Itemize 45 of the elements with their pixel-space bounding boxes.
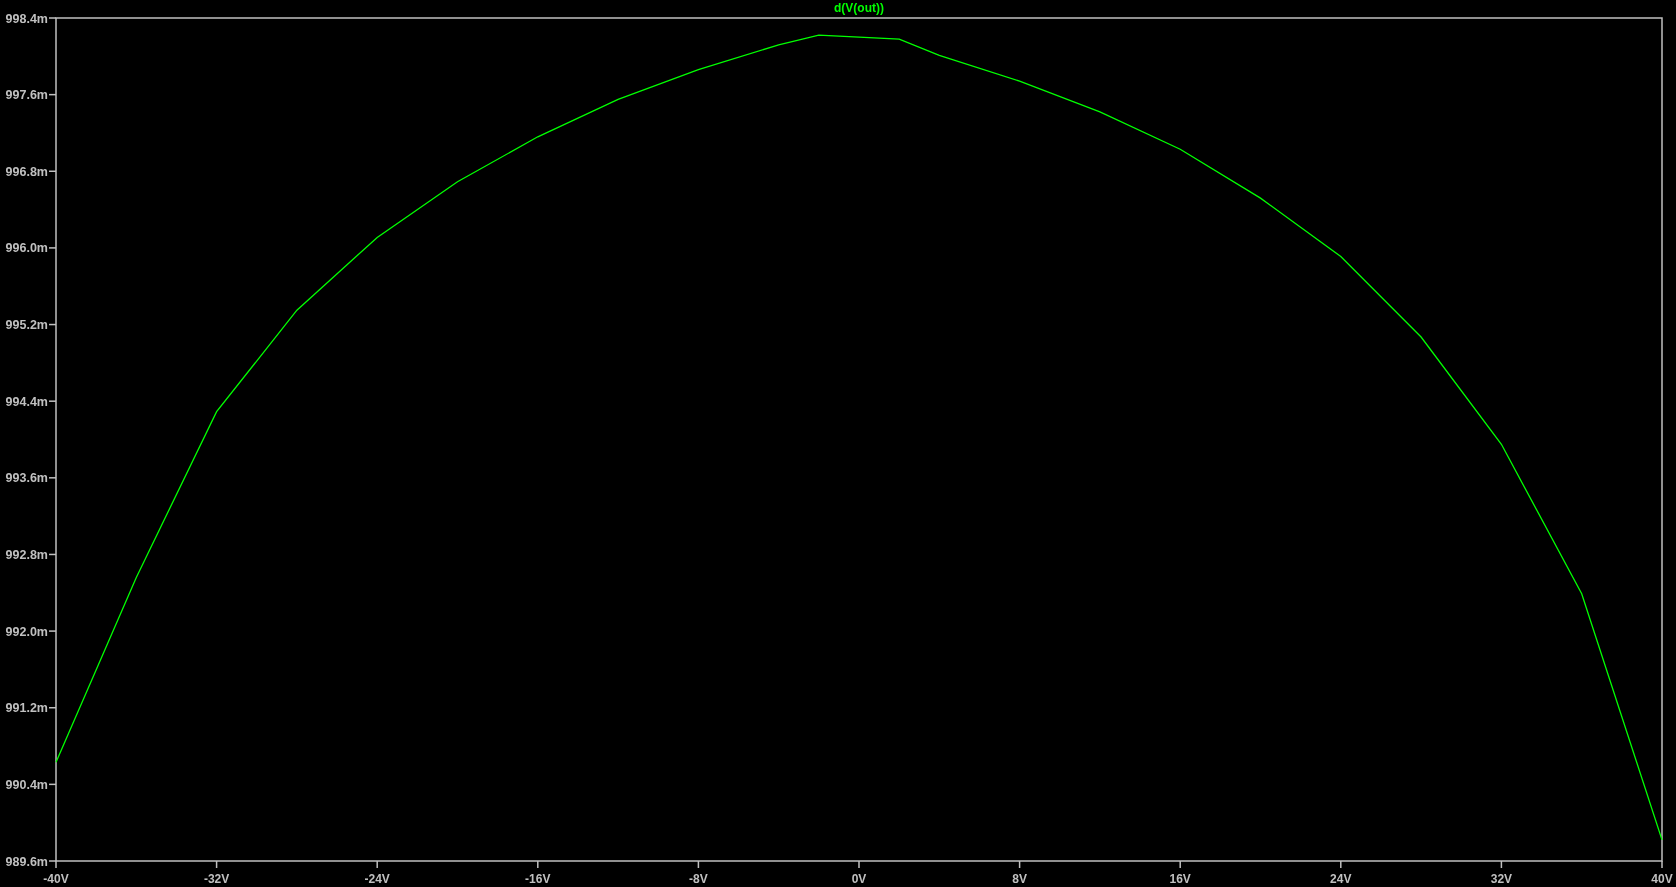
tick-mark xyxy=(48,477,57,479)
tick-mark xyxy=(1500,860,1503,869)
tick-mark xyxy=(48,783,57,786)
tick-mark xyxy=(697,860,700,869)
y-tick-label: 994.4m xyxy=(5,394,48,409)
tick-mark xyxy=(1018,860,1021,869)
y-tick-label: 991.2m xyxy=(5,701,48,716)
y-tick-label: 997.6m xyxy=(5,88,48,103)
x-tick-label: 32V xyxy=(1490,872,1513,886)
tick-mark xyxy=(1340,860,1342,869)
y-tick-label: 992.8m xyxy=(5,547,48,562)
x-tick-label: 24V xyxy=(1330,872,1352,886)
tick-mark xyxy=(48,553,57,556)
tick-mark xyxy=(48,400,57,402)
x-tick-label: 40V xyxy=(1651,872,1673,886)
tick-mark xyxy=(48,323,57,326)
y-tick-label: 992.0m xyxy=(5,624,48,639)
y-tick-label: 990.4m xyxy=(5,777,48,792)
y-tick-label: 989.6m xyxy=(5,854,48,869)
x-tick-label: -32V xyxy=(203,872,230,886)
tick-mark xyxy=(48,170,57,172)
tick-mark xyxy=(48,630,57,632)
tick-mark xyxy=(858,860,860,869)
x-tick-label: -16V xyxy=(525,872,551,886)
x-tick-label: -8V xyxy=(689,872,708,886)
x-tick-label: -40V xyxy=(43,872,69,886)
tick-mark xyxy=(48,17,57,19)
tick-mark xyxy=(48,707,57,709)
y-tick-label: 993.6m xyxy=(5,471,48,486)
tick-mark xyxy=(48,93,57,96)
tick-mark xyxy=(215,860,218,869)
tick-mark xyxy=(1661,860,1663,869)
y-tick-label: 998.4m xyxy=(5,11,48,26)
y-tick-label: 996.8m xyxy=(5,164,48,179)
trace-label: d(V(out)) xyxy=(834,1,884,15)
x-tick-label: 0V xyxy=(851,872,867,886)
x-tick-label: 16V xyxy=(1169,872,1191,886)
y-tick-label: 996.0m xyxy=(5,241,48,256)
tick-mark xyxy=(537,860,539,869)
x-tick-label: -24V xyxy=(364,872,390,886)
tick-mark xyxy=(376,860,378,869)
x-tick-label: 8V xyxy=(1012,872,1027,886)
y-tick-label: 995.2m xyxy=(5,318,48,333)
tick-mark xyxy=(1179,860,1181,869)
tick-mark xyxy=(48,247,57,249)
